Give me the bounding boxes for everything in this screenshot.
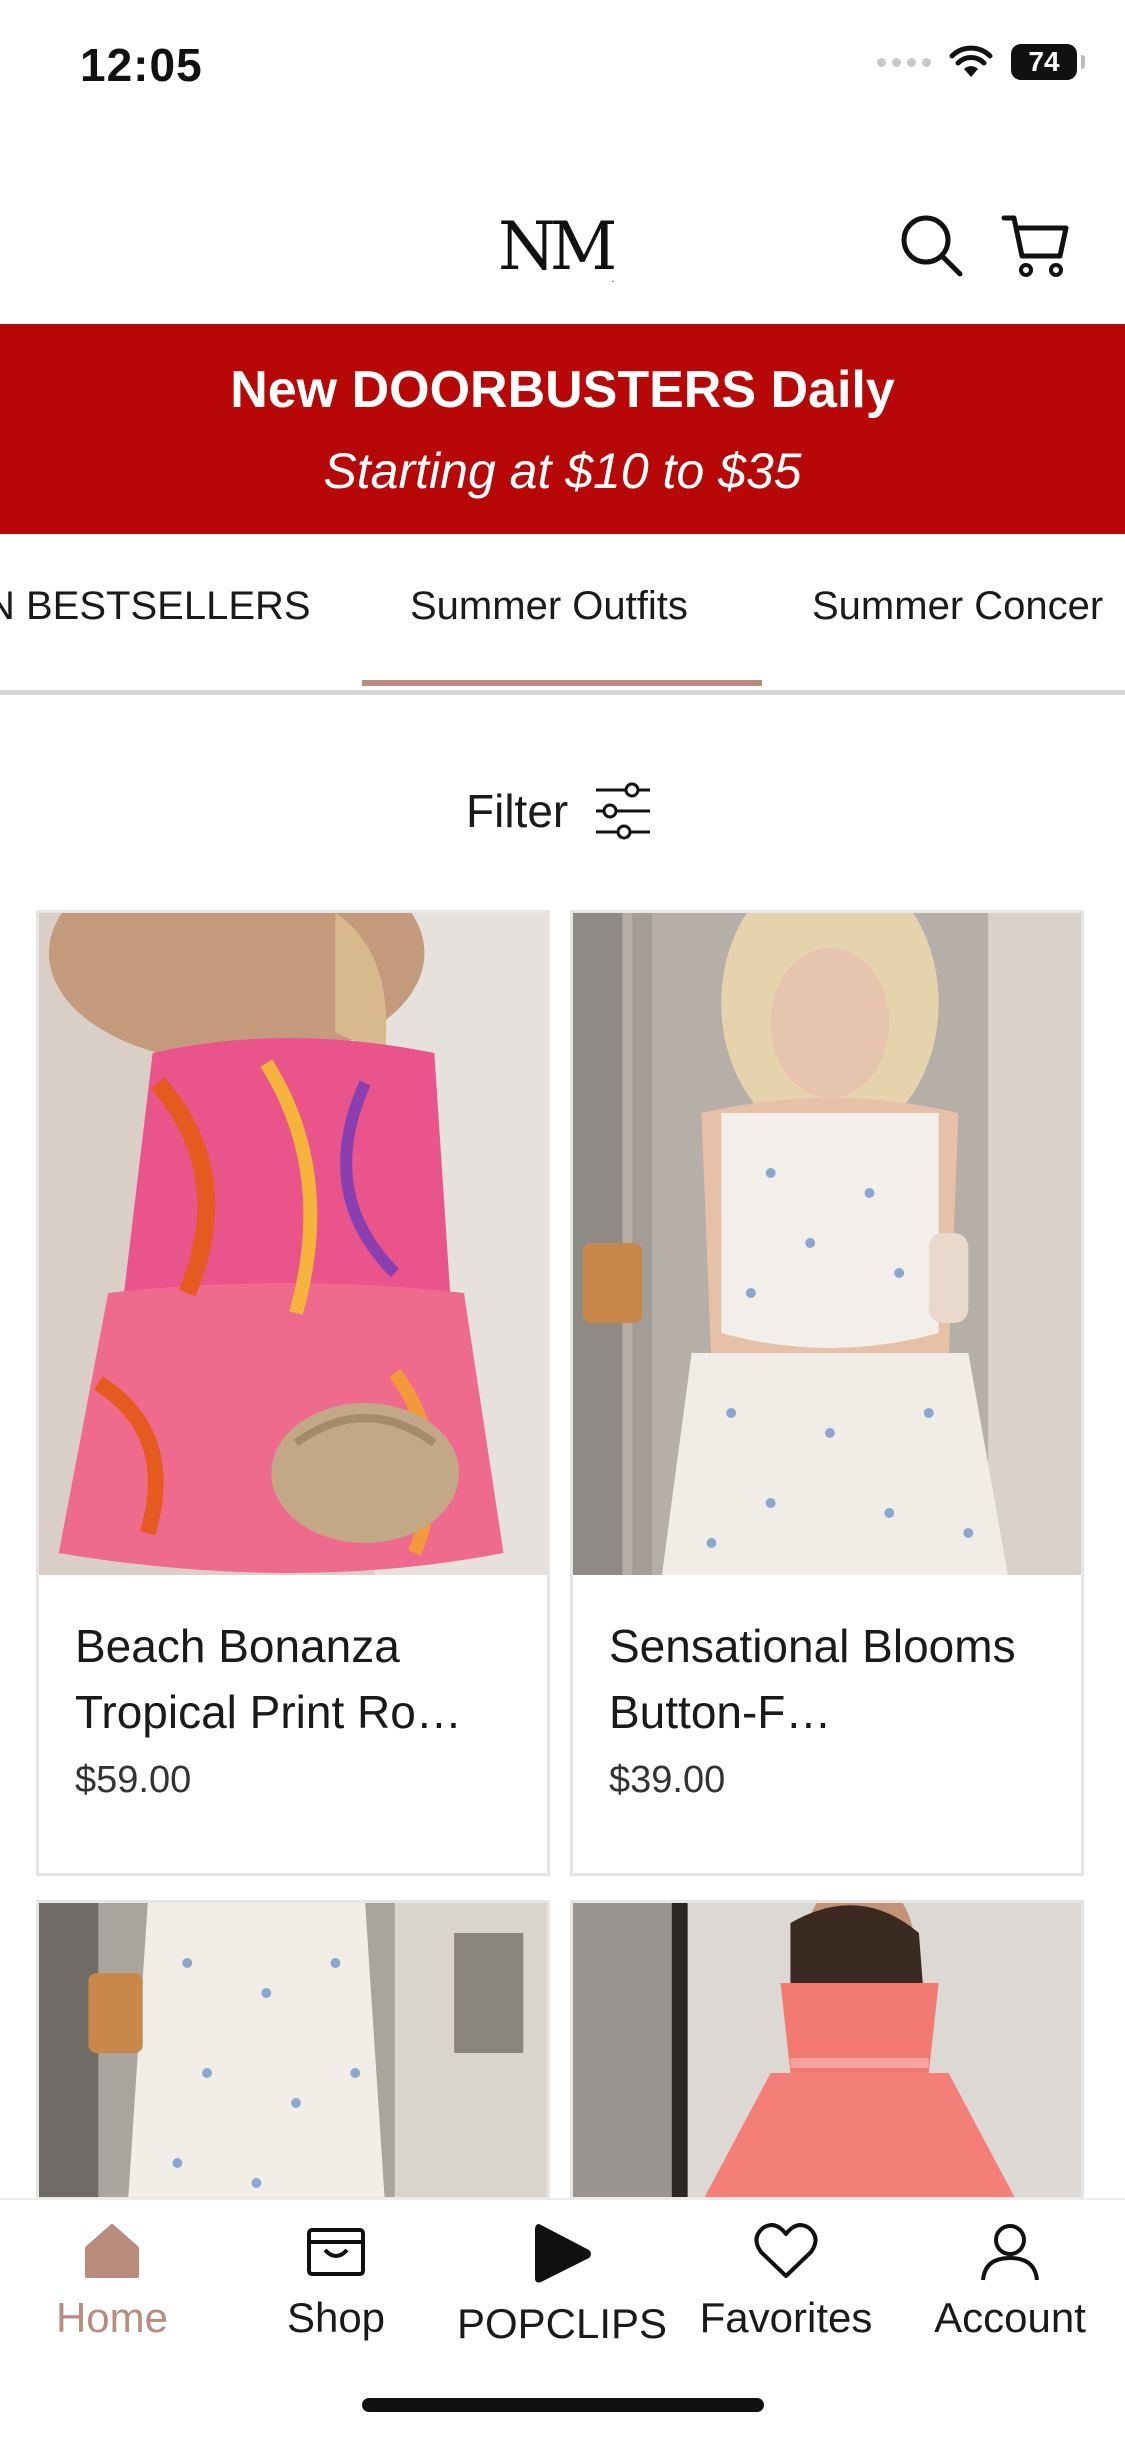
product-card[interactable] — [36, 1900, 550, 2200]
nav-account[interactable]: Account — [900, 2220, 1120, 2342]
nav-home[interactable]: Home — [2, 2220, 222, 2342]
sliders-icon — [596, 782, 651, 840]
nav-favorites-label: Favorites — [699, 2294, 873, 2341]
nav-shop-label: Shop — [286, 2294, 386, 2341]
filter-button[interactable]: Filter — [466, 780, 652, 842]
brand-logo[interactable]: NM. — [498, 208, 617, 285]
product-name: Sensational Blooms Button-F… — [609, 1620, 1016, 1738]
product-price: $39.00 — [609, 1759, 726, 1801]
cart-button[interactable] — [1000, 210, 1072, 282]
category-tabs: N BESTSELLERS Summer Outfits Summer Conc… — [0, 534, 1125, 695]
nav-popclips[interactable]: POPCLIPS — [452, 2220, 672, 2348]
product-price: $59.00 — [75, 1759, 192, 1801]
heart-icon — [754, 2223, 818, 2278]
wifi-icon — [949, 45, 993, 77]
product-image — [573, 1903, 1081, 2197]
tab-summer-outfits[interactable]: Summer Outfits — [410, 584, 688, 629]
logo-mark: . — [611, 274, 615, 285]
product-image — [573, 913, 1081, 1575]
search-icon — [901, 215, 963, 277]
home-icon — [85, 2224, 139, 2278]
cart-icon — [1001, 215, 1069, 277]
product-image — [39, 1903, 547, 2197]
product-card[interactable]: Beach Bonanza Tropical Print Ro… $59.00 — [36, 910, 550, 1876]
nav-popclips-label: POPCLIPS — [456, 2300, 668, 2347]
nav-account-label: Account — [934, 2294, 1086, 2341]
product-card[interactable] — [570, 1900, 1084, 2200]
tab-summer-concerts[interactable]: Summer Concer — [812, 584, 1103, 629]
cellular-signal-icon — [877, 57, 931, 67]
status-time: 12:05 — [80, 39, 203, 91]
status-icons: 74 — [877, 44, 1085, 80]
battery-level: 74 — [1028, 46, 1060, 77]
battery-icon: 74 — [1011, 44, 1085, 80]
home-indicator[interactable] — [362, 2398, 764, 2412]
status-bar: 12:05 74 — [0, 0, 1125, 140]
promo-title: New DOORBUSTERS Daily — [230, 361, 895, 419]
play-icon — [535, 2224, 591, 2283]
tab-selected-indicator — [362, 680, 762, 686]
product-card[interactable]: Sensational Blooms Button-F… $39.00 — [570, 910, 1084, 1876]
nav-shop[interactable]: Shop — [226, 2220, 446, 2342]
promo-banner[interactable]: New DOORBUSTERS Daily Starting at $10 to… — [0, 324, 1125, 534]
product-name: Beach Bonanza Tropical Print Ro… — [75, 1620, 462, 1738]
nav-favorites[interactable]: Favorites — [676, 2220, 896, 2342]
promo-subtitle: Starting at $10 to $35 — [323, 443, 802, 499]
app-header: NM. — [0, 170, 1125, 320]
user-icon — [981, 2224, 1039, 2281]
filter-label: Filter — [466, 785, 569, 837]
search-button[interactable] — [896, 210, 968, 282]
tab-bestsellers[interactable]: N BESTSELLERS — [0, 584, 311, 629]
nav-home-label: Home — [55, 2294, 169, 2341]
logo-text: NM — [498, 208, 617, 285]
product-image — [39, 913, 547, 1575]
shopping-bag-icon — [307, 2228, 365, 2276]
